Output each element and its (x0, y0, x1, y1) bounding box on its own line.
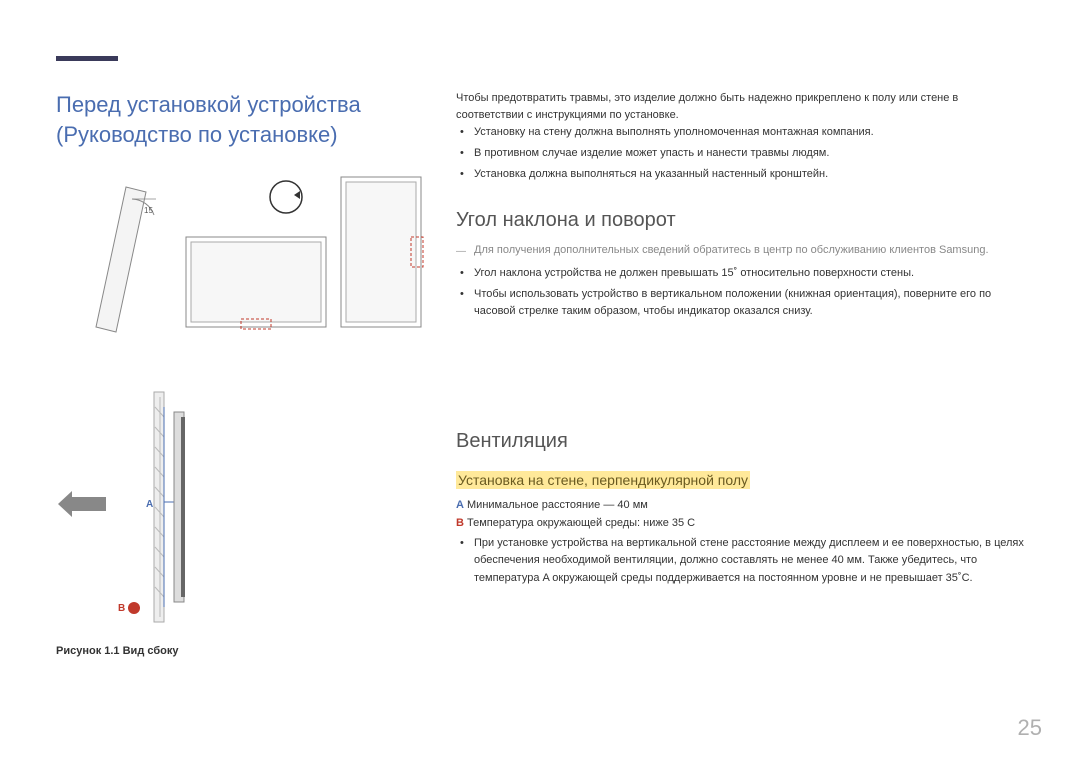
list-item: Установка должна выполняться на указанны… (474, 166, 1024, 183)
ventilation-line-a: A Минимальное расстояние — 40 мм (456, 499, 1024, 511)
page-title: Перед установкой устройства (Руководство… (56, 90, 426, 149)
marker-A: A (146, 499, 153, 510)
ventilation-subheading: Установка на стене, перпендикулярной пол… (456, 471, 750, 489)
figure-tilt-rotation: 15 (56, 167, 426, 347)
label-A: A (456, 499, 464, 511)
tilt-angle-label: 15 (144, 206, 153, 215)
ventilation-line-b: B Температура окружающей среды: ниже 35 … (456, 517, 1024, 529)
list-item: Чтобы использовать устройство в вертикал… (474, 286, 1024, 320)
page-content: Перед установкой устройства (Руководство… (56, 90, 1024, 733)
ventilation-bullet-list: При установке устройства на вертикальной… (456, 535, 1024, 586)
tilt-bullet-list: Угол наклона устройства не должен превыш… (456, 265, 1024, 320)
page-number: 25 (1018, 715, 1042, 741)
list-item: Установку на стену должна выполнять упол… (474, 124, 1024, 141)
figure-side-view-ventilation: A B Рисунок 1.1 Вид сбоку (56, 387, 356, 637)
arrow-icon (58, 491, 106, 517)
list-item: При установке устройства на вертикальной… (474, 535, 1024, 586)
right-column: Чтобы предотвратить травмы, это изделие … (456, 90, 1024, 733)
section-heading-tilt: Угол наклона и поворот (456, 209, 1024, 232)
note-dash-icon: ― (456, 246, 466, 257)
header-accent-bar (56, 56, 118, 61)
label-B: B (456, 517, 464, 529)
list-item: В противном случае изделие может упасть … (474, 145, 1024, 162)
tilt-note: Для получения дополнительных сведений об… (474, 242, 1024, 259)
intro-bullet-list: Установку на стену должна выполнять упол… (456, 124, 1024, 183)
left-column: Перед установкой устройства (Руководство… (56, 90, 426, 733)
marker-B: B (118, 603, 125, 614)
intro-paragraph: Чтобы предотвратить травмы, это изделие … (456, 90, 1024, 124)
figure-caption: Рисунок 1.1 Вид сбоку (56, 645, 356, 657)
list-item: Угол наклона устройства не должен превыш… (474, 265, 1024, 282)
section-heading-ventilation: Вентиляция (456, 430, 1024, 453)
